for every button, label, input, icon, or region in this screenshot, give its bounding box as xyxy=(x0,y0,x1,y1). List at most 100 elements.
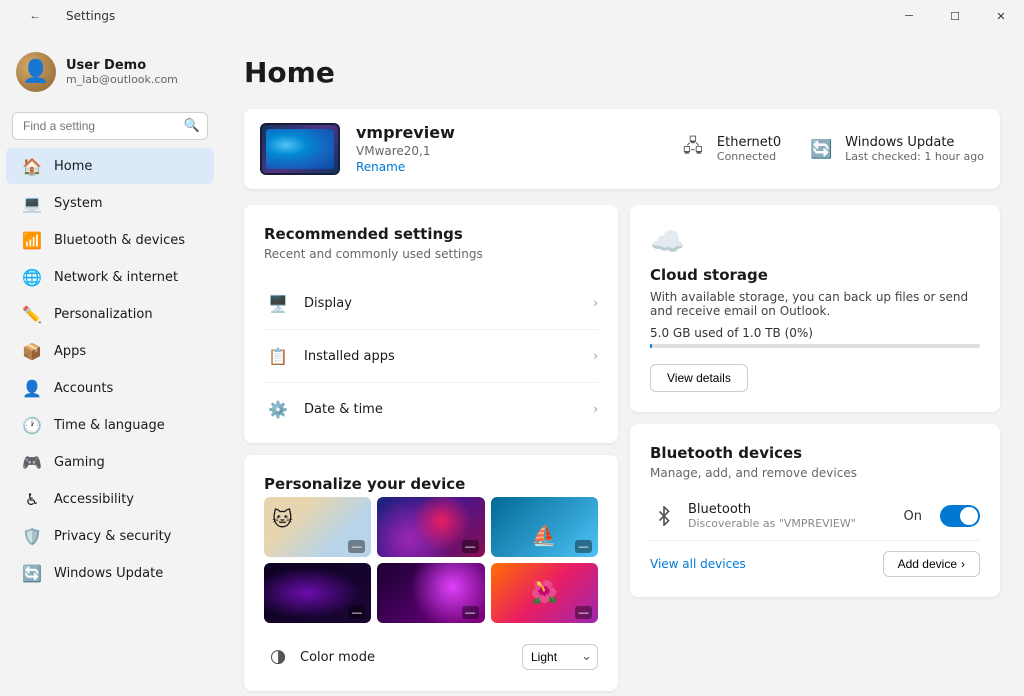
nav-icon-home: 🏠 xyxy=(22,156,42,176)
setting-chevron-1: › xyxy=(593,349,598,363)
sidebar-item-privacy[interactable]: 🛡️ Privacy & security xyxy=(6,518,214,554)
nav-label-apps: Apps xyxy=(54,344,86,359)
nav-icon-apps: 📦 xyxy=(22,341,42,361)
view-all-devices-link[interactable]: View all devices xyxy=(650,557,746,571)
sidebar-item-accessibility[interactable]: ♿ Accessibility xyxy=(6,481,214,517)
bluetooth-card-title: Bluetooth devices xyxy=(650,444,980,462)
personalize-card: Personalize your device 🌗 Color mode xyxy=(244,455,618,691)
sidebar-item-time[interactable]: 🕐 Time & language xyxy=(6,407,214,443)
nav-label-accessibility: Accessibility xyxy=(54,492,134,507)
add-device-group: Add device › xyxy=(883,551,980,577)
user-section: User Demo m_lab@outlook.com xyxy=(0,40,220,108)
search-box: 🔍 xyxy=(12,112,208,140)
setting-row-1[interactable]: 📋 Installed apps › xyxy=(264,330,598,383)
setting-rows: 🖥️ Display › 📋 Installed apps › ⚙️ Date … xyxy=(264,277,598,423)
nav-label-network: Network & internet xyxy=(54,270,178,285)
wallpaper-5[interactable] xyxy=(377,563,484,623)
right-col: ☁️ Cloud storage With available storage,… xyxy=(630,205,1000,691)
nav-icon-personalization: ✏️ xyxy=(22,304,42,324)
app-title: Settings xyxy=(66,9,115,23)
nav-icon-gaming: 🎮 xyxy=(22,452,42,472)
color-mode-select-wrap: Light Dark Custom xyxy=(522,644,598,670)
windows-update-icon: 🔄 xyxy=(805,133,837,165)
setting-row-2[interactable]: ⚙️ Date & time › xyxy=(264,383,598,423)
recommended-subtitle: Recent and commonly used settings xyxy=(264,247,598,261)
sidebar-item-home[interactable]: 🏠 Home xyxy=(6,148,214,184)
device-desc: VMware20,1 xyxy=(356,144,661,158)
device-status-group: 🖧 Ethernet0 Connected 🔄 Windows Update L… xyxy=(677,133,984,165)
storage-bar xyxy=(650,344,980,348)
bluetooth-card: Bluetooth devices Manage, add, and remov… xyxy=(630,424,1000,597)
device-info: vmpreview VMware20,1 Rename xyxy=(356,123,661,175)
nav-label-bluetooth: Bluetooth & devices xyxy=(54,233,185,248)
ethernet-text: Ethernet0 Connected xyxy=(717,135,781,163)
recommended-card: Recommended settings Recent and commonly… xyxy=(244,205,618,443)
sidebar-item-apps[interactable]: 📦 Apps xyxy=(6,333,214,369)
nav-icon-privacy: 🛡️ xyxy=(22,526,42,546)
user-info: User Demo m_lab@outlook.com xyxy=(66,58,178,86)
setting-label-2: Date & time xyxy=(304,402,581,417)
search-input[interactable] xyxy=(12,112,208,140)
bluetooth-footer: View all devices Add device › xyxy=(650,541,980,577)
wallpaper-3[interactable] xyxy=(491,497,598,557)
sidebar-item-system[interactable]: 💻 System xyxy=(6,185,214,221)
back-button[interactable]: ← xyxy=(12,0,58,32)
windows-update-sublabel: Last checked: 1 hour ago xyxy=(845,150,984,163)
sidebar: User Demo m_lab@outlook.com 🔍 🏠 Home 💻 S… xyxy=(0,32,220,696)
nav-icon-network: 🌐 xyxy=(22,267,42,287)
color-mode-row: 🌗 Color mode Light Dark Custom xyxy=(264,635,598,671)
recommended-title: Recommended settings xyxy=(264,225,598,243)
bluetooth-device-desc: Discoverable as "VMPREVIEW" xyxy=(688,517,894,530)
personalize-title: Personalize your device xyxy=(264,475,598,493)
bluetooth-toggle[interactable] xyxy=(940,505,980,527)
setting-icon-1: 📋 xyxy=(264,342,292,370)
storage-bar-wrap: 5.0 GB used of 1.0 TB (0%) xyxy=(650,326,980,348)
nav-icon-time: 🕐 xyxy=(22,415,42,435)
app-container: User Demo m_lab@outlook.com 🔍 🏠 Home 💻 S… xyxy=(0,32,1024,696)
nav-label-time: Time & language xyxy=(54,418,165,433)
main-content: Home vmpreview VMware20,1 Rename 🖧 Ether… xyxy=(220,32,1024,696)
windows-update-label: Windows Update xyxy=(845,135,984,150)
bluetooth-row: Bluetooth Discoverable as "VMPREVIEW" On xyxy=(650,492,980,541)
setting-icon-0: 🖥️ xyxy=(264,289,292,317)
sidebar-item-network[interactable]: 🌐 Network & internet xyxy=(6,259,214,295)
view-details-button[interactable]: View details xyxy=(650,364,748,392)
nav-label-privacy: Privacy & security xyxy=(54,529,171,544)
nav-icon-bluetooth: 📶 xyxy=(22,230,42,250)
setting-chevron-2: › xyxy=(593,402,598,416)
color-mode-select[interactable]: Light Dark Custom xyxy=(522,644,598,670)
nav-label-system: System xyxy=(54,196,102,211)
cloud-storage-title: Cloud storage xyxy=(650,266,980,284)
color-mode-icon: 🌗 xyxy=(264,643,292,671)
sidebar-item-bluetooth[interactable]: 📶 Bluetooth & devices xyxy=(6,222,214,258)
wallpaper-1[interactable] xyxy=(264,497,371,557)
add-device-button[interactable]: Add device › xyxy=(883,551,980,577)
titlebar-controls: ─ ☐ ✕ xyxy=(886,0,1024,32)
setting-row-0[interactable]: 🖥️ Display › xyxy=(264,277,598,330)
sidebar-item-personalization[interactable]: ✏️ Personalization xyxy=(6,296,214,332)
user-email: m_lab@outlook.com xyxy=(66,73,178,86)
minimize-button[interactable]: ─ xyxy=(886,0,932,32)
wallpaper-4[interactable] xyxy=(264,563,371,623)
left-col: Recommended settings Recent and commonly… xyxy=(244,205,618,691)
ethernet-label: Ethernet0 xyxy=(717,135,781,150)
setting-icon-2: ⚙️ xyxy=(264,395,292,423)
maximize-button[interactable]: ☐ xyxy=(932,0,978,32)
wallpaper-2[interactable] xyxy=(377,497,484,557)
sidebar-item-windows-update[interactable]: 🔄 Windows Update xyxy=(6,555,214,591)
search-icon: 🔍 xyxy=(184,119,200,134)
close-button[interactable]: ✕ xyxy=(978,0,1024,32)
two-col-layout: Recommended settings Recent and commonly… xyxy=(244,205,1000,691)
ethernet-sublabel: Connected xyxy=(717,150,781,163)
sidebar-item-accounts[interactable]: 👤 Accounts xyxy=(6,370,214,406)
rename-link[interactable]: Rename xyxy=(356,160,405,174)
storage-text: 5.0 GB used of 1.0 TB (0%) xyxy=(650,326,980,340)
setting-label-0: Display xyxy=(304,296,581,311)
wallpaper-6[interactable] xyxy=(491,563,598,623)
windows-update-status: 🔄 Windows Update Last checked: 1 hour ag… xyxy=(805,133,984,165)
sidebar-item-gaming[interactable]: 🎮 Gaming xyxy=(6,444,214,480)
nav-label-gaming: Gaming xyxy=(54,455,105,470)
windows-update-text: Windows Update Last checked: 1 hour ago xyxy=(845,135,984,163)
setting-label-1: Installed apps xyxy=(304,349,581,364)
setting-chevron-0: › xyxy=(593,296,598,310)
